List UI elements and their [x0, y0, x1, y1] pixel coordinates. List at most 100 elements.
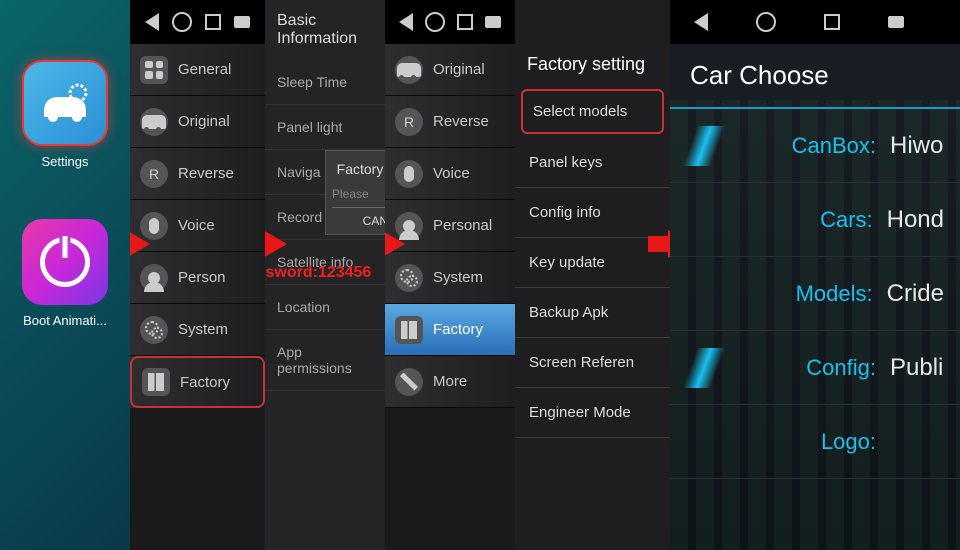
person-icon — [140, 264, 168, 292]
popup-input[interactable]: Please — [332, 181, 385, 208]
cc-label: Logo: — [821, 429, 876, 455]
fs-panel-keys[interactable]: Panel keys — [515, 138, 670, 188]
mic-icon — [395, 160, 423, 188]
popup-title: Factory — [332, 157, 385, 181]
step-arrow-icon — [385, 230, 405, 258]
building-icon — [142, 368, 170, 396]
back-icon[interactable] — [145, 13, 159, 31]
cc-value: Publi — [890, 354, 944, 382]
screenshot-icon[interactable] — [888, 16, 904, 28]
menu-item-original[interactable]: Original — [385, 44, 515, 96]
cc-row-canbox[interactable]: CanBox: Hiwo — [670, 109, 960, 183]
factory-setting-title: Factory setting — [515, 44, 670, 85]
menu-item-factory[interactable]: Factory — [130, 356, 265, 408]
cc-row-config[interactable]: Config: Publi — [670, 331, 960, 405]
car-icon — [395, 56, 423, 84]
settings-menu-panel-2: Original RReverse Voice Personal System … — [385, 0, 515, 550]
cc-label: Cars: — [820, 207, 873, 233]
menu-label: Reverse — [433, 113, 489, 130]
home-apps-panel: Settings Boot Animati... — [0, 0, 130, 550]
car-icon — [140, 108, 168, 136]
cc-row-cars[interactable]: Cars: Hond — [670, 183, 960, 257]
cc-label: CanBox: — [792, 133, 876, 159]
cc-label: Config: — [806, 355, 876, 381]
menu-label: Voice — [433, 165, 470, 182]
car-choose-panel: Car Choose CanBox:Hiwo Cars:Hond Models:… — [670, 0, 960, 550]
info-app-permissions[interactable]: App permissions — [265, 330, 385, 391]
home-icon[interactable] — [425, 12, 445, 32]
recent-icon[interactable] — [824, 14, 840, 30]
fs-config-info[interactable]: Config info — [515, 188, 670, 238]
cc-value: Hond — [887, 206, 944, 234]
cc-label: Models: — [796, 281, 873, 307]
basic-info-title: Basic Information — [265, 0, 385, 60]
factory-setting-panel: Factory setting Select models Panel keys… — [515, 0, 670, 550]
building-icon — [395, 316, 423, 344]
fs-screen-reference[interactable]: Screen Referen — [515, 338, 670, 388]
cogs-icon — [140, 316, 168, 344]
r-icon: R — [140, 160, 168, 188]
back-icon[interactable] — [694, 13, 708, 31]
screenshot-icon[interactable] — [485, 16, 501, 28]
menu-item-original[interactable]: Original — [130, 96, 265, 148]
cogs-icon — [395, 264, 423, 292]
menu-item-voice[interactable]: Voice — [385, 148, 515, 200]
status-bar — [130, 0, 265, 44]
home-icon[interactable] — [756, 12, 776, 32]
menu-label: Factory — [433, 321, 483, 338]
fs-key-update[interactable]: Key update — [515, 238, 670, 288]
menu-item-general[interactable]: General — [130, 44, 265, 96]
screenshot-icon[interactable] — [234, 16, 250, 28]
menu-label: More — [433, 373, 467, 390]
settings-menu-list: General Original R Reverse Voice Person S… — [130, 44, 265, 408]
info-panel-light[interactable]: Panel light — [265, 105, 385, 150]
status-bar — [385, 0, 515, 44]
info-sleep-time[interactable]: Sleep Time — [265, 60, 385, 105]
boot-animation-app-label: Boot Animati... — [23, 313, 107, 328]
settings-menu-list: Original RReverse Voice Personal System … — [385, 44, 515, 408]
menu-label: Original — [433, 61, 485, 78]
cc-row-models[interactable]: Models: Cride — [670, 257, 960, 331]
fs-select-models[interactable]: Select models — [521, 89, 664, 134]
menu-item-reverse[interactable]: R Reverse — [130, 148, 265, 200]
settings-app-label: Settings — [42, 154, 89, 169]
menu-label: System — [178, 321, 228, 338]
menu-label: Voice — [178, 217, 215, 234]
menu-item-reverse[interactable]: R Reverse — [385, 96, 515, 148]
cc-row-logo[interactable]: Logo: — [670, 405, 960, 479]
fs-engineer-mode[interactable]: Engineer Mode — [515, 388, 670, 438]
menu-item-system[interactable]: System — [385, 252, 515, 304]
factory-password-popup: Factory Please CAN — [325, 150, 385, 235]
step-arrow-icon — [668, 230, 670, 258]
cc-value: Hiwo — [890, 132, 944, 160]
menu-item-factory[interactable]: Factory — [385, 304, 515, 356]
menu-item-system[interactable]: System — [130, 304, 265, 356]
settings-menu-panel: General Original R Reverse Voice Person S… — [130, 0, 265, 550]
power-icon — [40, 237, 90, 287]
menu-label: General — [178, 61, 231, 78]
fs-backup-apk[interactable]: Backup Apk — [515, 288, 670, 338]
menu-item-voice[interactable]: Voice — [130, 200, 265, 252]
step-arrow-icon — [130, 230, 150, 258]
menu-label: Personal — [433, 217, 492, 234]
settings-app-icon[interactable] — [22, 60, 108, 146]
r-icon: R — [395, 108, 423, 136]
menu-item-more[interactable]: More — [385, 356, 515, 408]
menu-label: Original — [178, 113, 230, 130]
menu-label: Factory — [180, 374, 230, 391]
home-icon[interactable] — [172, 12, 192, 32]
cc-value: Cride — [887, 280, 944, 308]
info-location[interactable]: Location — [265, 285, 385, 330]
status-bar — [670, 0, 960, 44]
menu-label: Person — [178, 269, 226, 286]
back-icon[interactable] — [399, 13, 413, 31]
recent-icon[interactable] — [457, 14, 473, 30]
grid-icon — [140, 56, 168, 84]
boot-animation-app-icon[interactable] — [22, 219, 108, 305]
recent-icon[interactable] — [205, 14, 221, 30]
wrench-icon — [395, 368, 423, 396]
menu-label: System — [433, 269, 483, 286]
menu-item-personal[interactable]: Person — [130, 252, 265, 304]
menu-label: Reverse — [178, 165, 234, 182]
popup-cancel-button[interactable]: CAN — [332, 208, 385, 228]
